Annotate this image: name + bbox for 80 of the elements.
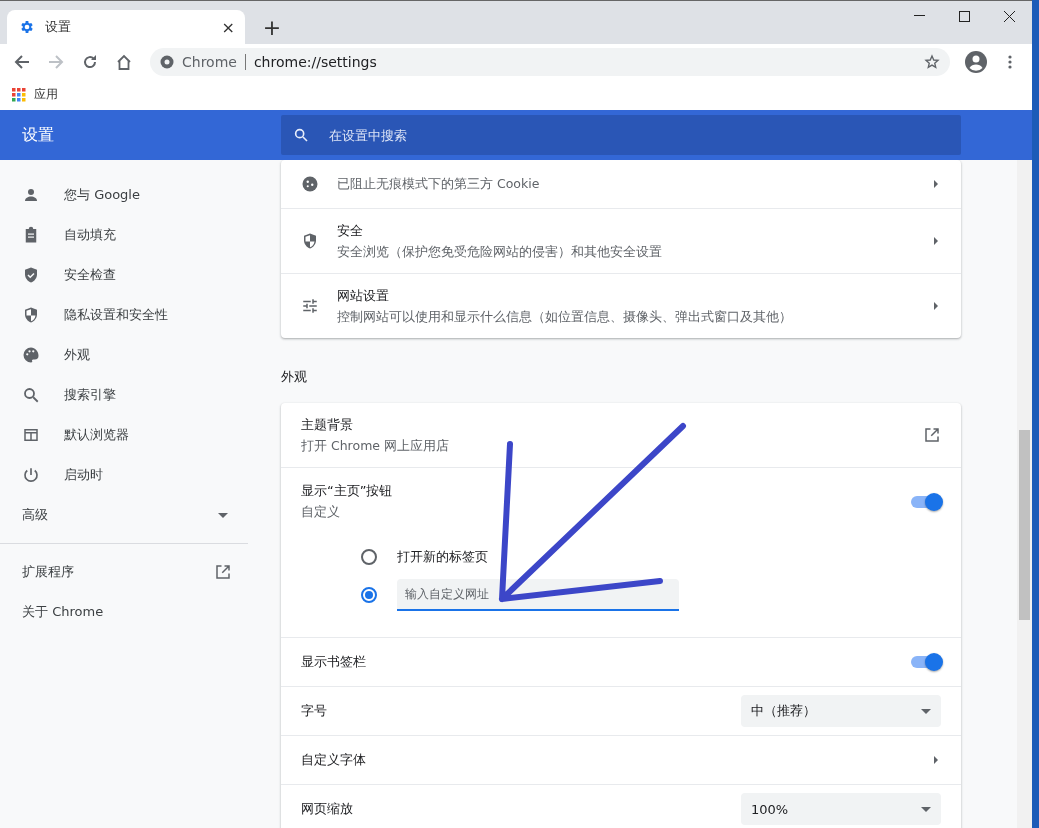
home-icon (115, 52, 133, 71)
radio-button[interactable] (361, 587, 377, 603)
shield-icon (301, 232, 319, 250)
sidebar-item[interactable]: 启动时 (0, 455, 248, 495)
section-heading: 外观 (281, 368, 308, 386)
shield-check-icon (22, 266, 40, 284)
setting-title: 网站设置 (337, 286, 390, 305)
search-bar[interactable]: 在设置中搜索 (281, 115, 961, 155)
caret-right-icon (931, 179, 941, 189)
sidebar-item[interactable]: 隐私设置和安全性 (0, 295, 248, 335)
radio-button[interactable] (361, 549, 377, 565)
gear-icon (19, 19, 35, 35)
maximize-icon (959, 10, 970, 22)
setting-title: 显示“主页”按钮 (301, 482, 394, 500)
toggle-switch[interactable] (911, 495, 941, 508)
browser-window-icon (22, 426, 40, 444)
palette-icon (22, 346, 40, 364)
settings-row[interactable]: 已阻止无痕模式下的第三方 Cookie (281, 160, 961, 208)
sidebar-item[interactable]: 您与 Google (0, 175, 248, 215)
setting-description: 自定义 (301, 504, 341, 521)
scrollbar[interactable] (1017, 160, 1032, 828)
radio-label: 打开新的标签页 (397, 548, 488, 566)
external-link-icon[interactable] (923, 426, 941, 444)
setting-title: 字号 (301, 702, 328, 720)
new-tab-button[interactable]: + (257, 10, 287, 44)
url-text: chrome://settings (253, 53, 378, 70)
dropdown-select[interactable]: 中（推荐） (741, 695, 941, 727)
browser-tab[interactable]: 设置 × (7, 10, 245, 44)
setting-description: 已阻止无痕模式下的第三方 Cookie (337, 175, 541, 193)
external-link-icon[interactable] (214, 563, 232, 581)
setting-title: 自定义字体 (301, 751, 367, 769)
shield-icon (22, 306, 40, 324)
cookie-icon (301, 175, 319, 193)
dropdown-select[interactable]: 100% (741, 793, 941, 825)
close-tab-button[interactable]: × (221, 17, 235, 37)
back-arrow-icon (14, 53, 30, 70)
sidebar-link[interactable]: 关于 Chrome (0, 592, 248, 632)
person-icon (22, 186, 40, 204)
setting-description: 安全浏览（保护您免受危险网站的侵害）和其他安全设置 (337, 243, 663, 261)
setting-title: 安全 (337, 221, 364, 240)
setting-description: 打开 Chrome 网上应用店 (301, 437, 450, 455)
setting-title: 网页缩放 (301, 800, 354, 818)
search-field[interactable]: 在设置中搜索 (327, 126, 949, 144)
star-icon[interactable] (924, 53, 940, 70)
reload-icon (82, 53, 98, 70)
sliders-icon (301, 297, 319, 315)
sidebar-link[interactable]: 扩展程序 (0, 552, 248, 592)
sidebar-item[interactable]: 默认浏览器 (0, 415, 248, 455)
caret-down-icon (921, 804, 931, 814)
sidebar-item[interactable]: 自动填充 (0, 215, 248, 255)
setting-description: 控制网站可以使用和显示什么信息（如位置信息、摄像头、弹出式窗口及其他） (337, 308, 793, 326)
chrome-logo-icon (160, 54, 174, 69)
setting-title: 主题背景 (301, 415, 354, 434)
caret-right-icon (931, 301, 941, 311)
sidebar-item[interactable]: 搜索引擎 (0, 375, 248, 415)
caret-right-icon (931, 236, 941, 246)
address-bar[interactable]: Chrome chrome://settings (150, 47, 950, 76)
close-icon (1004, 10, 1015, 22)
apps-bookmark[interactable]: 应用 (12, 86, 58, 103)
power-icon (22, 466, 40, 484)
sidebar-item[interactable]: 外观 (0, 335, 248, 375)
search-icon (293, 127, 309, 143)
forward-arrow-icon (48, 53, 64, 70)
toggle-switch[interactable] (911, 656, 941, 668)
settings-row[interactable]: 网站设置 控制网站可以使用和显示什么信息（如位置信息、摄像头、弹出式窗口及其他） (281, 273, 961, 338)
avatar-icon (965, 50, 987, 73)
caret-down-icon (921, 706, 931, 716)
tab-title: 设置 (45, 18, 72, 36)
sidebar-item[interactable]: 安全检查 (0, 255, 248, 295)
settings-row[interactable]: 安全 安全浏览（保护您免受危险网站的侵害）和其他安全设置 (281, 208, 961, 273)
advanced-section-toggle[interactable]: 高级 (0, 495, 248, 535)
search-icon (22, 386, 40, 404)
minimize-icon (914, 15, 925, 17)
page-title: 设置 (21, 124, 55, 146)
apps-grid-icon (12, 87, 26, 102)
caret-right-icon (931, 755, 941, 765)
site-label: Chrome (182, 53, 237, 70)
more-vertical-icon (1008, 54, 1012, 69)
caret-down-icon (218, 510, 228, 520)
setting-title: 显示书签栏 (301, 653, 367, 671)
